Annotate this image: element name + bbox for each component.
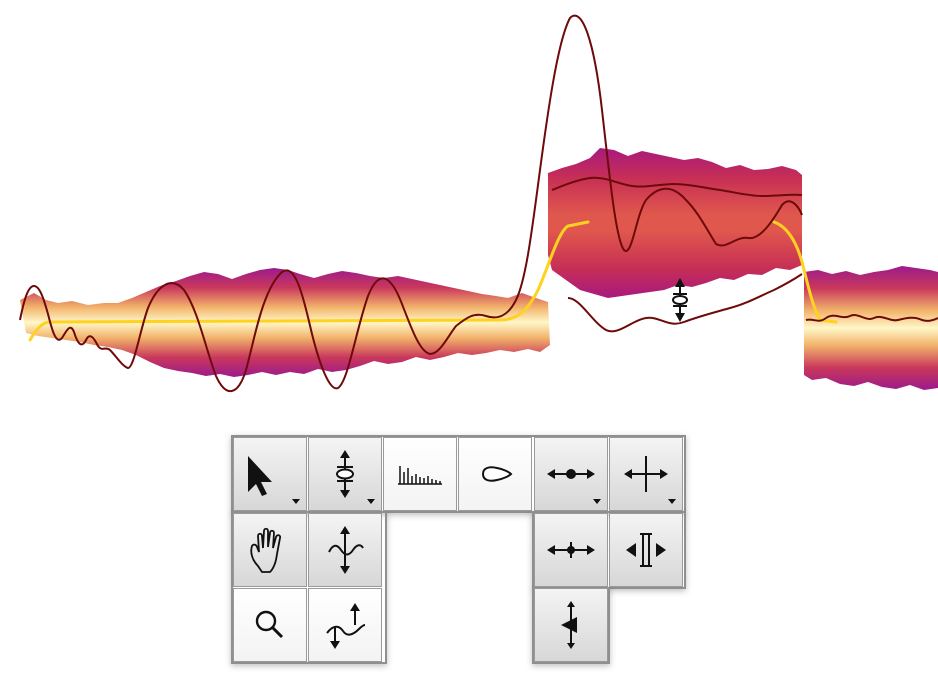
note-blob-3[interactable] [804, 266, 938, 390]
pitch-modulation-icon [328, 526, 364, 574]
submenu-arrow-icon [367, 499, 375, 504]
amplitude-bars-icon [398, 466, 442, 485]
scroll-tool-button[interactable] [233, 513, 307, 587]
pitch-modulation-tool-button[interactable] [308, 513, 382, 587]
magnifier-icon [255, 610, 284, 639]
move-time-icon [547, 542, 595, 558]
pitch-tool-button[interactable] [308, 437, 382, 511]
amplitude-tool-button[interactable] [383, 437, 457, 511]
submenu-arrow-icon [668, 499, 676, 504]
note-display[interactable] [0, 0, 938, 420]
submenu-arrow-icon [292, 499, 300, 504]
attack-speed-icon [561, 601, 577, 649]
move-time-tool-button[interactable] [534, 513, 608, 587]
pitch-drift-icon [326, 603, 366, 649]
submenu-arrow-icon [593, 499, 601, 504]
separation-tool-button[interactable] [609, 437, 683, 511]
separation-edit-tool-button[interactable] [609, 513, 683, 587]
pitch-drift-tool-button[interactable] [308, 588, 382, 662]
main-tool-button[interactable] [233, 437, 307, 511]
zoom-tool-button[interactable] [233, 588, 307, 662]
attack-speed-tool-button[interactable] [534, 588, 608, 662]
time-tool-button[interactable] [534, 437, 608, 511]
formant-blob-icon [481, 466, 513, 482]
formant-tool-button[interactable] [458, 437, 532, 511]
hand-icon [250, 527, 282, 573]
separation-edit-icon [626, 533, 666, 567]
